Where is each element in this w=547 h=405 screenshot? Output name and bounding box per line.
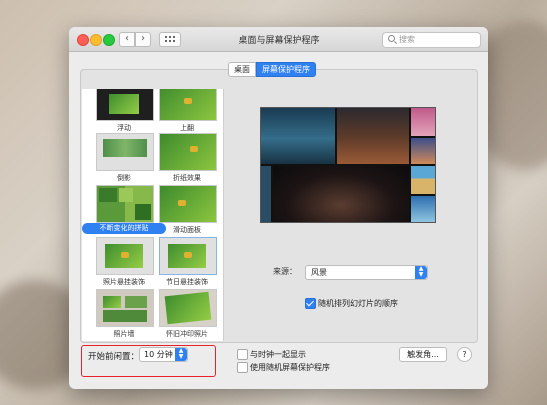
screensaver-thumbnail [159,89,217,121]
screensaver-item-floating[interactable]: 浮动 [96,89,154,135]
idle-time-value: 10 分钟 [144,350,173,359]
screensaver-item-vintage-prints[interactable]: 怀旧冲印照片 [159,289,217,341]
tab-bar: 桌面 屏幕保护程序 [228,62,316,77]
preview-photo-dark-left [261,166,271,222]
random-screensaver-label: 使用随机屏幕保护程序 [250,363,330,372]
screensaver-label: 节日悬挂装饰 [166,278,208,286]
source-value: 风景 [311,268,327,277]
preview-photo-pink-sky [411,108,435,136]
zoom-window-button[interactable] [103,34,115,46]
close-window-button[interactable] [77,34,89,46]
shuffle-label: 随机排列幻灯片的顺序 [318,299,398,308]
search-field[interactable]: 搜索 [382,32,481,48]
show-clock-label: 与时钟一起显示 [250,350,306,359]
screensaver-thumbnail [96,185,154,223]
tab-screensaver[interactable]: 屏幕保护程序 [256,62,316,77]
screensaver-preview [260,107,436,223]
screensaver-item-reflections[interactable]: 倒影 [96,133,154,185]
screensaver-item-sliding-panels[interactable]: 滑动面板 [159,185,217,237]
search-placeholder: 搜索 [399,35,415,44]
screensaver-thumbnail [159,237,217,275]
screensaver-label: 怀旧冲印照片 [166,330,208,338]
screensaver-label: 滑动面板 [173,226,201,234]
screensaver-label: 上翻 [180,124,194,132]
screensaver-item-flip-up[interactable]: 上翻 [159,89,217,135]
screensaver-item-photo-mobile[interactable]: 照片悬挂装饰 [96,237,154,289]
forward-chevron-icon[interactable]: › [135,32,151,47]
screensaver-label: 折纸效果 [173,174,201,182]
source-popup[interactable]: 风景 ▲ ▼ [305,265,428,280]
idle-time-popup[interactable]: 10 分钟 ▲ ▼ [139,347,188,362]
preview-photo-dunes [411,166,435,194]
idle-time-label: 开始前闲置： [88,352,140,362]
preferences-window: ‹ › 桌面与屏幕保护程序 搜索 桌面 屏幕保护程序 浮动 上翻 倒影 折纸效果… [69,27,488,389]
screensaver-list[interactable]: 浮动 上翻 倒影 折纸效果 不断变化的拼贴 滑动面板 照片悬挂装饰 节日悬挂装饰… [82,89,224,341]
help-icon[interactable]: ? [457,347,472,362]
screensaver-thumbnail [159,185,217,223]
hot-corners-button[interactable]: 触发角... [399,347,447,362]
search-icon [388,35,395,42]
screensaver-thumbnail [96,289,154,327]
random-screensaver-checkbox[interactable] [237,362,248,373]
source-label: 来源： [273,267,297,276]
screensaver-thumbnail [96,133,154,171]
show-clock-checkbox[interactable] [237,349,248,360]
show-all-grid-icon[interactable] [159,32,181,47]
screensaver-thumbnail [159,133,217,171]
screensaver-item-holiday-mobile[interactable]: 节日悬挂装饰 [159,237,217,289]
preview-photo-sunset [411,138,435,164]
screensaver-item-origami[interactable]: 折纸效果 [159,133,217,185]
screensaver-item-photo-wall[interactable]: 照片墙 [96,289,154,341]
up-down-arrows-icon: ▲ ▼ [175,348,187,361]
preview-photo-coast [411,196,435,222]
window-title: 桌面与屏幕保护程序 [238,36,320,46]
back-chevron-icon[interactable]: ‹ [119,32,135,47]
shuffle-checkbox[interactable] [305,298,316,309]
minimize-window-button[interactable] [90,34,102,46]
preview-photo-canyon [337,108,409,164]
screensaver-thumbnail [96,89,154,121]
screensaver-thumbnail [159,289,217,327]
title-bar: ‹ › 桌面与屏幕保护程序 搜索 [69,27,488,52]
tab-desktop[interactable]: 桌面 [228,62,256,77]
screensaver-thumbnail [96,237,154,275]
preview-photo-night-rock [273,166,409,222]
preview-photo-lake [261,108,335,164]
screensaver-item-shifting-tiles[interactable]: 不断变化的拼贴 [82,185,166,237]
up-down-arrows-icon: ▲ ▼ [415,266,427,279]
